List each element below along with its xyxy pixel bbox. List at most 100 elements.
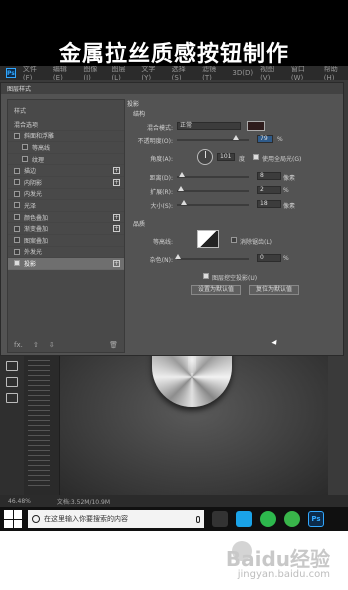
style-row-label: 描边	[24, 168, 37, 176]
style-row-checkbox[interactable]	[14, 214, 20, 221]
style-row-label: 图案叠加	[24, 237, 49, 245]
styles-header[interactable]: 样式	[8, 100, 124, 119]
style-row[interactable]: 内发光	[8, 189, 124, 201]
menu-edit[interactable]: 编辑(E)	[53, 66, 76, 80]
move-up-icon[interactable]: ⇧	[33, 341, 39, 349]
style-row-checkbox[interactable]	[14, 225, 20, 232]
menu-3d[interactable]: 3D(D)	[232, 69, 253, 77]
menu-window[interactable]: 窗口(W)	[291, 66, 317, 80]
blend-mode-select[interactable]: 正常	[177, 122, 241, 130]
spread-input[interactable]: 2	[257, 186, 281, 194]
task-view-icon[interactable]	[212, 511, 228, 527]
style-row[interactable]: 外发光	[8, 247, 124, 259]
menu-type[interactable]: 文字(Y)	[141, 66, 164, 80]
style-row-checkbox[interactable]	[22, 144, 28, 151]
add-style-icon[interactable]: +	[113, 178, 120, 186]
cortana-icon	[32, 515, 40, 523]
add-style-icon[interactable]: +	[113, 213, 120, 221]
menu-file[interactable]: 文件(F)	[23, 66, 46, 80]
fx-icon[interactable]: fx.	[14, 341, 23, 349]
layer-knockout-label: 图层挖空投影(U)	[212, 275, 258, 282]
angle-input[interactable]: 101	[217, 153, 235, 161]
size-thumb[interactable]	[181, 200, 187, 205]
menu-filter[interactable]: 滤镜(T)	[202, 66, 225, 80]
angle-unit: 度	[239, 156, 246, 163]
taskbar: 在这里输入你要搜索的内容 Ps	[0, 507, 348, 531]
style-row[interactable]: 光泽	[8, 200, 124, 212]
style-row[interactable]: 描边 +	[8, 165, 124, 177]
style-row-checkbox[interactable]	[14, 260, 20, 267]
section-title: 投影	[127, 101, 140, 108]
opacity-thumb[interactable]	[233, 135, 239, 140]
reset-default-button[interactable]: 复位为默认值	[249, 285, 299, 295]
style-row-checkbox[interactable]	[14, 202, 20, 209]
layer-knockout-checkbox[interactable]	[203, 273, 209, 279]
angle-dial-icon[interactable]	[197, 149, 213, 165]
style-row-checkbox[interactable]	[14, 237, 20, 244]
contour-label: 等高线:	[152, 239, 173, 246]
style-row[interactable]: 投影 +	[8, 258, 124, 270]
structure-heading: 结构	[133, 111, 146, 118]
menu-view[interactable]: 视图(V)	[260, 66, 284, 80]
style-row-label: 斜面和浮雕	[24, 133, 55, 141]
style-row[interactable]: 内阴影 +	[8, 177, 124, 189]
mic-icon[interactable]	[196, 515, 200, 523]
set-default-button[interactable]: 设置为默认值	[191, 285, 241, 295]
distance-slider[interactable]	[177, 172, 249, 178]
menu-image[interactable]: 图像(I)	[83, 66, 104, 80]
style-row[interactable]: 渐变叠加 +	[8, 223, 124, 235]
styles-panel: 样式 混合选项 斜面和浮雕 等高线 纹理 描边 + 内阴影 + 内发光 光泽 颜色叠加 + 渐变叠加 +…	[7, 99, 125, 353]
distance-input[interactable]: 8	[257, 172, 281, 180]
spread-slider[interactable]	[177, 186, 249, 192]
opacity-slider[interactable]	[177, 135, 249, 141]
history-tool-icon[interactable]	[6, 377, 18, 387]
blend-options-row[interactable]: 混合选项	[8, 119, 124, 131]
app-blue-icon[interactable]	[236, 511, 252, 527]
menu-select[interactable]: 选择(S)	[172, 66, 195, 80]
trash-icon[interactable]: 🗑	[109, 341, 118, 349]
zoom-level[interactable]: 46.48%	[8, 498, 31, 505]
style-row[interactable]: 图案叠加	[8, 235, 124, 247]
quality-heading: 品质	[133, 221, 146, 228]
style-row-checkbox[interactable]	[14, 132, 20, 139]
watermark: Baidu经验 jingyan.baidu.com	[0, 531, 348, 590]
size-input[interactable]: 18	[257, 200, 281, 208]
style-row[interactable]: 等高线	[8, 142, 124, 154]
properties-tool-icon[interactable]	[6, 393, 18, 403]
layer-tool-icon[interactable]	[6, 361, 18, 371]
menu-layer[interactable]: 图层(L)	[111, 66, 134, 80]
contour-preview[interactable]	[197, 230, 219, 248]
search-placeholder: 在这里输入你要搜索的内容	[44, 515, 128, 523]
style-row-checkbox[interactable]	[22, 156, 28, 163]
style-row[interactable]: 颜色叠加 +	[8, 212, 124, 224]
noise-slider[interactable]	[175, 254, 249, 260]
add-style-icon[interactable]: +	[113, 225, 120, 233]
style-row[interactable]: 纹理	[8, 154, 124, 166]
noise-unit: %	[283, 255, 289, 262]
add-style-icon[interactable]: +	[113, 167, 120, 175]
style-row-checkbox[interactable]	[14, 190, 20, 197]
spread-thumb[interactable]	[178, 186, 184, 191]
opacity-unit: %	[277, 136, 283, 143]
opacity-input[interactable]: 79	[257, 135, 273, 143]
global-light-checkbox[interactable]	[253, 154, 259, 160]
add-style-icon[interactable]: +	[113, 260, 120, 268]
noise-input[interactable]: 0	[257, 254, 281, 262]
style-row[interactable]: 斜面和浮雕	[8, 131, 124, 143]
style-row-checkbox[interactable]	[14, 167, 20, 174]
app-green-icon[interactable]	[260, 511, 276, 527]
distance-thumb[interactable]	[179, 172, 185, 177]
doc-size: 文档:3.52M/10.9M	[56, 498, 111, 506]
style-row-checkbox[interactable]	[14, 179, 20, 186]
windows-start-icon[interactable]	[4, 510, 22, 528]
photoshop-taskbar-icon[interactable]: Ps	[308, 511, 324, 527]
menu-help[interactable]: 帮助(H)	[324, 66, 348, 80]
style-row-checkbox[interactable]	[14, 248, 20, 255]
size-slider[interactable]	[177, 200, 249, 206]
wechat-icon[interactable]	[284, 511, 300, 527]
noise-thumb[interactable]	[175, 254, 181, 259]
shadow-color-swatch[interactable]	[247, 121, 265, 131]
anti-alias-checkbox[interactable]	[231, 237, 237, 243]
taskbar-search[interactable]: 在这里输入你要搜索的内容	[28, 510, 204, 528]
move-down-icon[interactable]: ⇩	[49, 341, 55, 349]
